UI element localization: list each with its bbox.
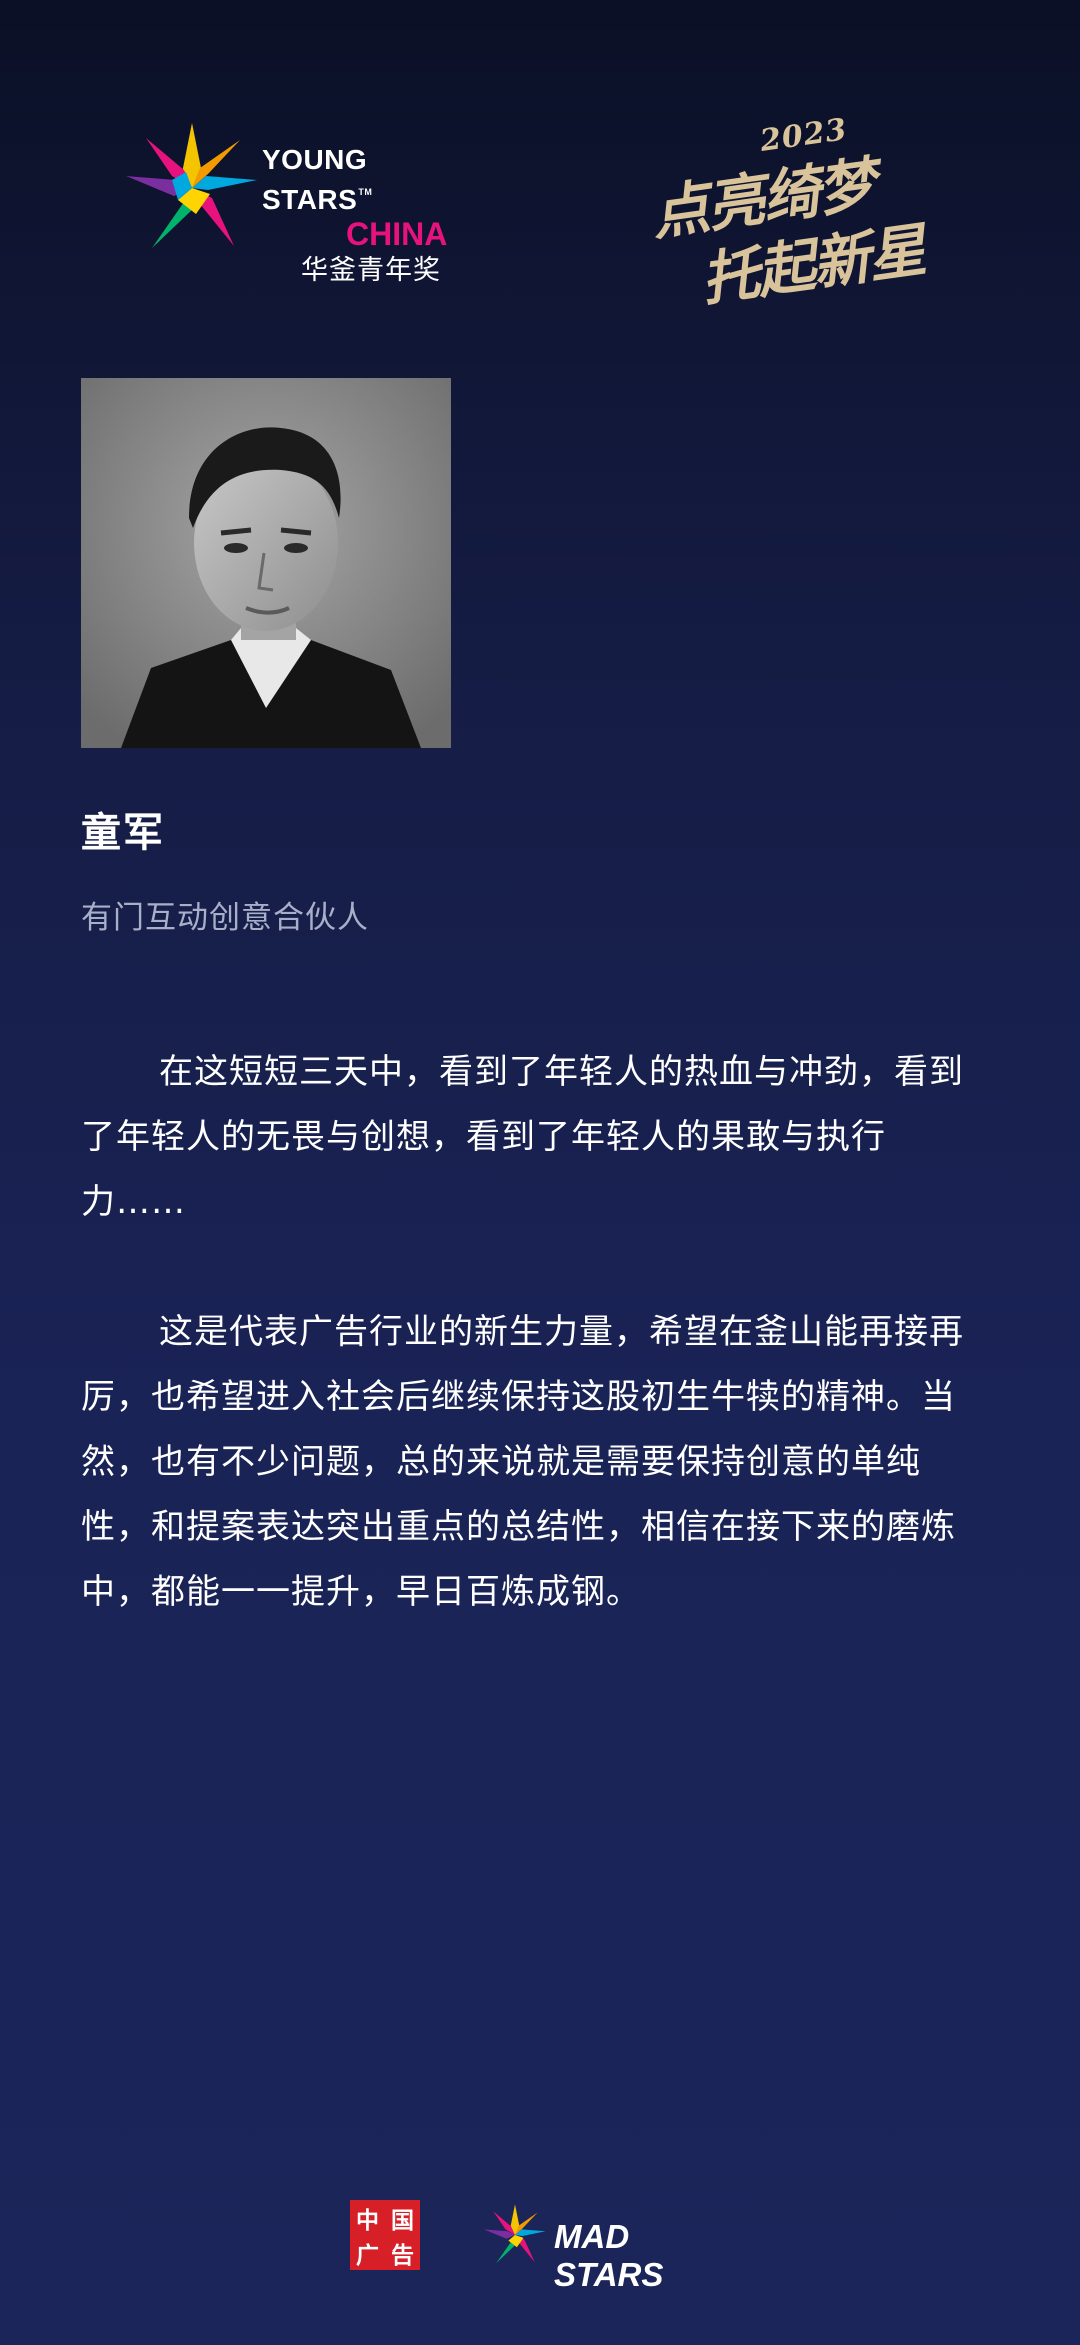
seal-char-2: 国 — [391, 2206, 414, 2234]
brand-line-award: 华釜青年奖 — [301, 255, 441, 286]
campaign-slogan: 2023 点亮绮梦 托起新星 — [640, 112, 980, 314]
mad-stars-star-icon — [483, 2204, 546, 2264]
person-name: 童军 — [81, 810, 165, 856]
china-advertising-seal-logo: 中 国 广 告 — [350, 2200, 420, 2270]
young-stars-star-icon — [126, 123, 257, 248]
seal-char-3: 广 — [356, 2241, 379, 2269]
seal-char-1: 中 — [356, 2206, 379, 2234]
header: YOUNG STARSTM CHINA 华釜青年奖 2023 点亮绮梦 托起新星 — [0, 112, 1080, 314]
quote-paragraph-2: 这是代表广告行业的新生力量，希望在釜山能再接再厉，也希望进入社会后继续保持这股初… — [81, 1312, 964, 1612]
quote-paragraph-1: 在这短短三天中，看到了年轻人的热血与冲劲，看到了年轻人的无畏与创想，看到了年轻人… — [81, 1052, 964, 1222]
mad-stars-wordmark: MAD STARS — [554, 2218, 664, 2293]
mad-stars-logo: MAD STARS — [482, 2202, 742, 2293]
portrait-image — [81, 378, 451, 748]
brand-line-young-stars: YOUNG STARSTM — [262, 144, 373, 215]
portrait-photo — [81, 378, 451, 748]
footer: 中 国 广 告 MAD STARS — [0, 2200, 1080, 2293]
brand-line-china: CHINA — [346, 216, 448, 252]
quote-body: 在这短短三天中，看到了年轻人的热血与冲劲，看到了年轻人的无畏与创想，看到了年轻人… — [81, 1040, 981, 1690]
seal-char-4: 告 — [391, 2241, 414, 2269]
young-stars-china-logo: YOUNG STARSTM CHINA 华釜青年奖 — [122, 118, 462, 286]
person-title: 有门互动创意合伙人 — [81, 900, 369, 936]
